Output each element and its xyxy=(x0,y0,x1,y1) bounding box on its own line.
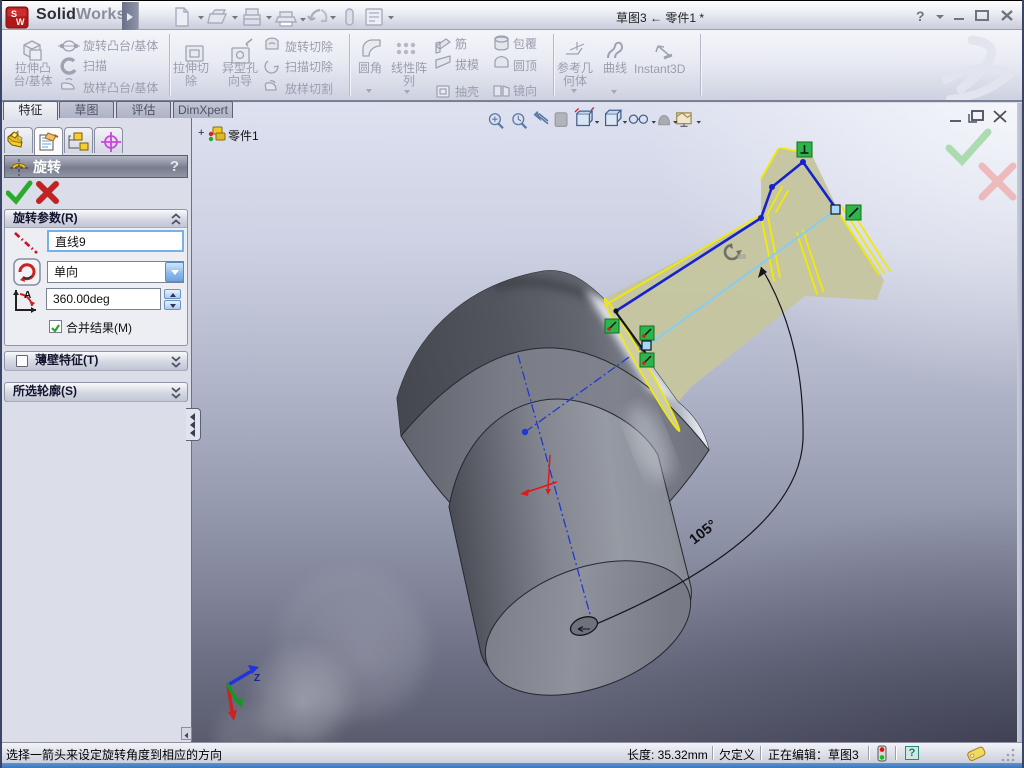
svg-text:W: W xyxy=(16,17,25,27)
svg-text:Z: Z xyxy=(254,673,260,684)
svg-text:+: + xyxy=(198,127,204,139)
svg-text:?: ? xyxy=(916,8,925,24)
svg-text:105°: 105° xyxy=(687,517,721,548)
svg-text:零件1: 零件1 xyxy=(228,129,259,143)
svg-text:A: A xyxy=(24,290,31,301)
